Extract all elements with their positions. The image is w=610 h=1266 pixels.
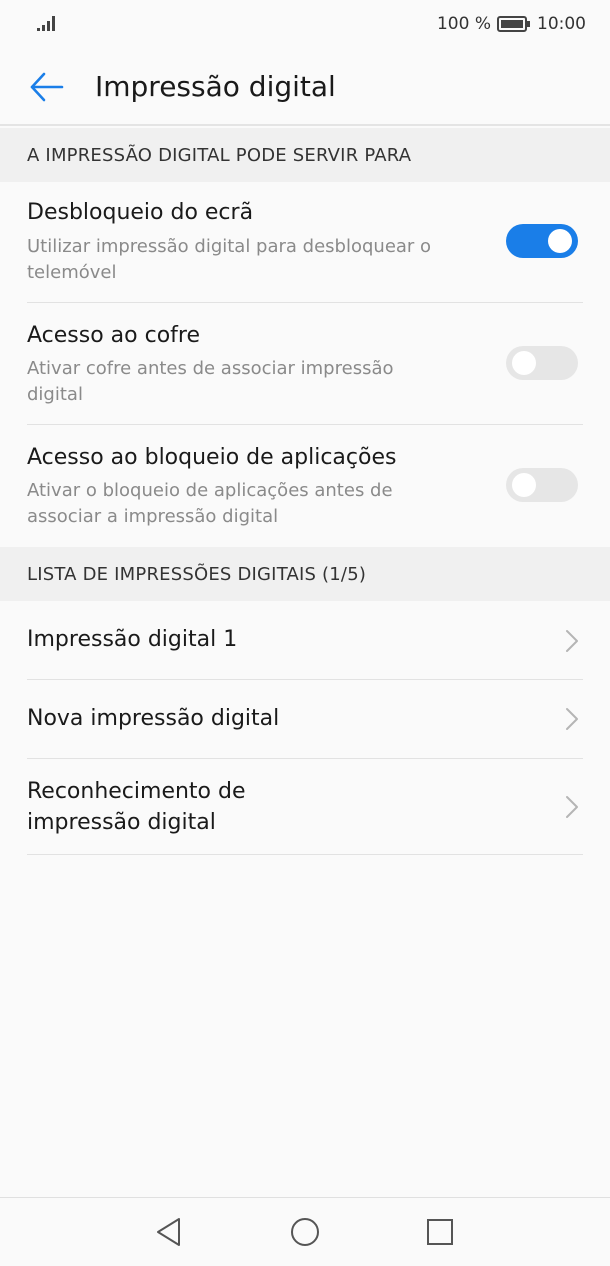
list-item-fingerprint-1[interactable]: Impressão digital 1 <box>0 601 610 679</box>
safe-access-toggle[interactable] <box>506 346 578 380</box>
row-title: Desbloqueio do ecrã <box>27 200 254 225</box>
toggle-knob <box>548 229 572 253</box>
signal-icon <box>37 16 55 31</box>
square-recents-icon[interactable] <box>422 1214 458 1250</box>
battery-icon <box>497 16 530 32</box>
app-lock-access-toggle[interactable] <box>506 468 578 502</box>
circle-home-icon[interactable] <box>287 1214 323 1250</box>
setting-row-app-lock-access[interactable]: Acesso ao bloqueio de aplicações Ativar … <box>0 425 610 546</box>
page-title: Impressão digital <box>95 70 336 103</box>
row-subtitle-line1: Ativar o bloqueio de aplicações antes de <box>27 480 393 501</box>
navigation-bar <box>0 1197 610 1266</box>
arrow-left-icon[interactable] <box>26 66 68 108</box>
chevron-right-icon <box>566 796 578 818</box>
section-header-list: LISTA DE IMPRESSÕES DIGITAIS (1/5) <box>0 547 610 601</box>
status-bar: 100 % 10:00 <box>0 0 610 50</box>
list-item-new-fingerprint[interactable]: Nova impressão digital <box>0 680 610 758</box>
setting-row-screen-unlock[interactable]: Desbloqueio do ecrã Utilizar impressão d… <box>0 182 610 302</box>
row-subtitle-line1: Ativar cofre antes de associar impressão <box>27 358 394 379</box>
toggle-knob <box>512 351 536 375</box>
triangle-back-icon[interactable] <box>152 1214 188 1250</box>
row-subtitle-line2: digital <box>27 384 83 405</box>
row-title: Acesso ao cofre <box>27 323 201 348</box>
screen-unlock-toggle[interactable] <box>506 224 578 258</box>
list-item-title: Nova impressão digital <box>27 706 280 731</box>
section-header-uses: A IMPRESSÃO DIGITAL PODE SERVIR PARA <box>0 128 610 182</box>
row-subtitle-line1: Utilizar impressão digital para desbloqu… <box>27 236 432 257</box>
chevron-right-icon <box>566 708 578 730</box>
list-item-fingerprint-recognition[interactable]: Reconhecimento de impressão digital <box>0 759 610 854</box>
toggle-knob <box>512 473 536 497</box>
app-bar: Impressão digital <box>0 50 610 126</box>
row-title: Acesso ao bloqueio de aplicações <box>27 445 397 470</box>
list-item-title-line2: impressão digital <box>27 810 216 835</box>
list-item-title: Impressão digital 1 <box>27 627 238 652</box>
row-subtitle-line2: telemóvel <box>27 262 117 283</box>
status-right: 100 % 10:00 <box>437 12 586 36</box>
battery-percent: 100 % <box>436 14 491 34</box>
list-item-title-line1: Reconhecimento de <box>27 779 246 804</box>
setting-row-safe-access[interactable]: Acesso ao cofre Ativar cofre antes de as… <box>0 303 610 424</box>
row-subtitle-line2: associar a impressão digital <box>27 506 279 527</box>
clock: 10:00 <box>537 14 586 34</box>
divider <box>27 854 583 855</box>
chevron-right-icon <box>566 630 578 652</box>
